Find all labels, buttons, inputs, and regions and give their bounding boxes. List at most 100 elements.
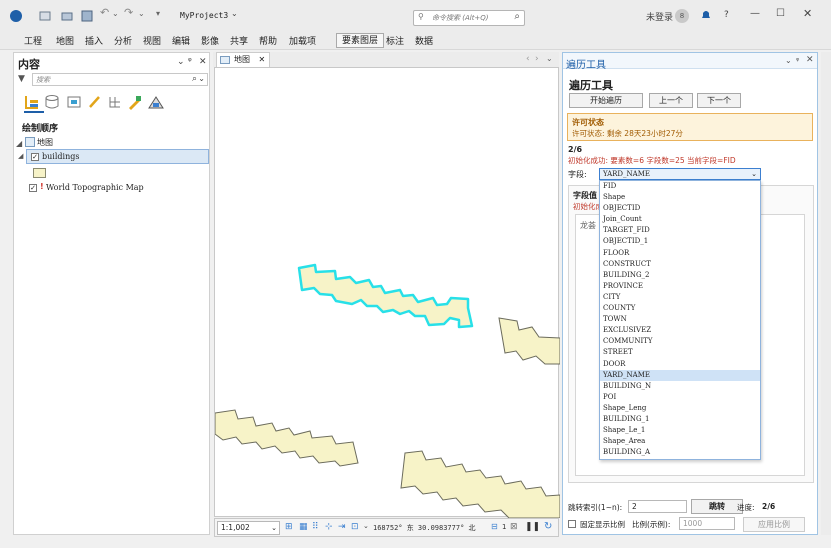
start-traverse-button[interactable]: 开始遍历 bbox=[569, 93, 643, 108]
selection-tools-icon[interactable]: ⊠ bbox=[510, 522, 518, 532]
list-by-selection-icon[interactable] bbox=[66, 94, 82, 110]
tab-help[interactable]: 帮助 bbox=[259, 34, 277, 47]
filter-icon[interactable]: ▼ bbox=[18, 74, 25, 84]
scroll-tabs-right-icon[interactable]: › bbox=[535, 54, 539, 64]
field-option[interactable]: BUILDING_1 bbox=[600, 414, 760, 425]
field-option[interactable]: PROVINCE bbox=[600, 281, 760, 292]
field-option[interactable]: FLOOR bbox=[600, 248, 760, 259]
selected-features-icon[interactable]: ⊟ bbox=[491, 522, 498, 531]
field-dropdown-icon[interactable]: ⌄ bbox=[751, 169, 757, 179]
close-tab-icon[interactable]: ✕ bbox=[259, 55, 266, 64]
open-project-icon[interactable] bbox=[60, 9, 74, 23]
field-option[interactable]: Shape_Leng bbox=[600, 403, 760, 414]
jump-button[interactable]: 跳转 bbox=[691, 499, 743, 514]
field-option[interactable]: BUILDING_N bbox=[600, 381, 760, 392]
sign-in-status[interactable]: 未登录 bbox=[646, 10, 673, 23]
tab-data[interactable]: 数据 bbox=[415, 34, 433, 47]
field-option[interactable]: POI bbox=[600, 392, 760, 403]
grid-icon[interactable]: ▦ bbox=[299, 522, 308, 532]
field-option[interactable]: Shape_Le_1 bbox=[600, 425, 760, 436]
tab-insert[interactable]: 插入 bbox=[85, 34, 103, 47]
contents-search-input[interactable]: 搜索 ⌕ ⌄ bbox=[32, 73, 208, 86]
close-icon[interactable]: ✕ bbox=[803, 7, 812, 20]
field-option[interactable]: OBJECTID bbox=[600, 203, 760, 214]
building-feature[interactable] bbox=[498, 317, 561, 365]
coordinate-system-icon[interactable]: ⊡ bbox=[351, 522, 359, 532]
list-by-snapping-icon[interactable] bbox=[107, 94, 123, 110]
field-option[interactable]: OBJECTID_1 bbox=[600, 236, 760, 247]
list-by-perspective-icon[interactable] bbox=[147, 94, 165, 110]
apply-scale-button[interactable]: 应用比例 bbox=[743, 517, 805, 532]
fixed-scale-checkbox[interactable] bbox=[568, 520, 576, 528]
save-project-icon[interactable] bbox=[80, 9, 94, 23]
list-by-data-source-icon[interactable] bbox=[44, 94, 60, 110]
tab-view[interactable]: 视图 bbox=[143, 34, 161, 47]
list-by-editing-icon[interactable] bbox=[87, 94, 103, 110]
notifications-icon[interactable] bbox=[700, 9, 712, 21]
snapping-icon[interactable]: ⠿ bbox=[312, 522, 319, 532]
map-view-tab[interactable]: 地图 ✕ bbox=[216, 52, 271, 67]
tab-share[interactable]: 共享 bbox=[230, 34, 248, 47]
layer-row-buildings[interactable]: ◢ ✓ buildings bbox=[18, 149, 209, 164]
search-options-icon[interactable]: ⌄ bbox=[198, 74, 205, 83]
pane-options-icon[interactable]: ⌄ bbox=[785, 56, 792, 65]
field-option[interactable]: Shape bbox=[600, 192, 760, 203]
map-features[interactable] bbox=[214, 68, 561, 519]
navigation-icon[interactable]: ⊹ bbox=[325, 522, 333, 532]
tab-edit[interactable]: 编辑 bbox=[172, 34, 190, 47]
redo-dropdown-icon[interactable]: ⌄ bbox=[138, 9, 152, 23]
maximize-icon[interactable]: ☐ bbox=[776, 8, 785, 19]
redo-icon[interactable]: ↷ bbox=[124, 6, 138, 20]
tool-pane-tab-label[interactable]: 遍历工具 bbox=[566, 56, 606, 71]
jump-index-input[interactable]: 2 bbox=[628, 500, 687, 513]
tab-add-in[interactable]: 加载项 bbox=[289, 34, 316, 47]
field-option[interactable]: COUNTY bbox=[600, 303, 760, 314]
field-option[interactable]: BUILDING_2 bbox=[600, 270, 760, 281]
new-project-icon[interactable] bbox=[38, 9, 52, 23]
basemap-visibility-checkbox[interactable]: ✓ bbox=[29, 184, 37, 192]
help-button[interactable]: ? bbox=[724, 10, 729, 20]
tab-list-dropdown-icon[interactable]: ⌄ bbox=[546, 54, 553, 63]
field-option[interactable]: FID bbox=[600, 181, 760, 192]
customize-toolbar-icon[interactable]: ▾ bbox=[156, 9, 170, 23]
tab-analysis[interactable]: 分析 bbox=[114, 34, 132, 47]
project-dropdown-icon[interactable]: ⌄ bbox=[231, 9, 238, 18]
command-search-input[interactable]: ⚲ 命令搜索 (Alt+Q) ⌕ bbox=[413, 10, 525, 26]
field-option[interactable]: DOOR bbox=[600, 359, 760, 370]
layer-symbol-swatch[interactable] bbox=[33, 168, 46, 178]
minimize-icon[interactable]: — bbox=[750, 8, 760, 19]
tab-labeling[interactable]: 标注 bbox=[386, 34, 404, 47]
user-avatar[interactable]: 8 bbox=[675, 9, 689, 23]
field-option[interactable]: STREET bbox=[600, 347, 760, 358]
refresh-icon[interactable]: ↻ bbox=[544, 521, 552, 532]
scale-input[interactable]: 1000 bbox=[679, 517, 735, 530]
field-option[interactable]: Join_Count bbox=[600, 214, 760, 225]
pin-icon[interactable]: ᵠ bbox=[188, 57, 192, 67]
field-select[interactable]: YARD_NAME ⌄ bbox=[599, 168, 761, 180]
expand-map-icon[interactable]: ◢ bbox=[16, 139, 22, 148]
selected-building-feature[interactable] bbox=[297, 263, 474, 329]
expand-layer-icon[interactable]: ◢ bbox=[18, 152, 23, 160]
field-option[interactable]: EXCLUSIVEZ bbox=[600, 325, 760, 336]
field-options-list[interactable]: FID Shape OBJECTID Join_Count TARGET_FID… bbox=[599, 180, 761, 460]
list-by-labeling-icon[interactable] bbox=[127, 94, 143, 110]
coordinate-format-dropdown-icon[interactable]: ⌄ bbox=[363, 522, 369, 530]
field-option-selected[interactable]: YARD_NAME bbox=[600, 369, 760, 381]
building-feature[interactable] bbox=[400, 450, 561, 519]
field-option[interactable]: BUILDING_A bbox=[600, 447, 760, 458]
close-pane-icon[interactable]: ✕ bbox=[199, 57, 207, 67]
next-button[interactable]: 下一个 bbox=[697, 93, 741, 108]
pane-options-icon[interactable]: ⌄ bbox=[177, 57, 185, 67]
field-option[interactable]: TOWN bbox=[600, 314, 760, 325]
tab-project[interactable]: 工程 bbox=[24, 34, 42, 47]
field-option[interactable]: TARGET_FID bbox=[600, 225, 760, 236]
previous-button[interactable]: 上一个 bbox=[649, 93, 693, 108]
tab-imagery[interactable]: 影像 bbox=[201, 34, 219, 47]
tab-feature-layer[interactable]: 要素图层 bbox=[336, 33, 385, 48]
close-pane-icon[interactable]: ✕ bbox=[806, 55, 814, 65]
list-by-drawing-order-icon[interactable] bbox=[24, 94, 40, 110]
pause-drawing-icon[interactable]: ❚❚ bbox=[525, 522, 540, 532]
field-option[interactable]: CONSTRUCT bbox=[600, 259, 760, 270]
building-feature[interactable] bbox=[214, 409, 359, 467]
map-canvas[interactable] bbox=[214, 67, 561, 519]
